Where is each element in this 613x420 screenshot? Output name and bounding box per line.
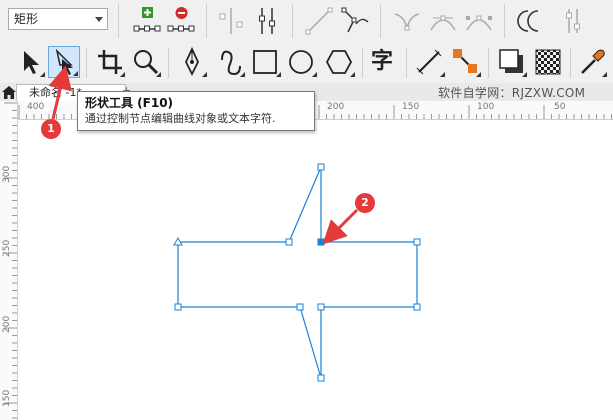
arrow-1-icon [48, 65, 72, 120]
arrow-2-icon [322, 208, 359, 245]
annotation-badge-1: 1 [41, 119, 61, 139]
annotation-arrows [48, 65, 359, 245]
annotation-badge-2: 2 [355, 193, 375, 213]
